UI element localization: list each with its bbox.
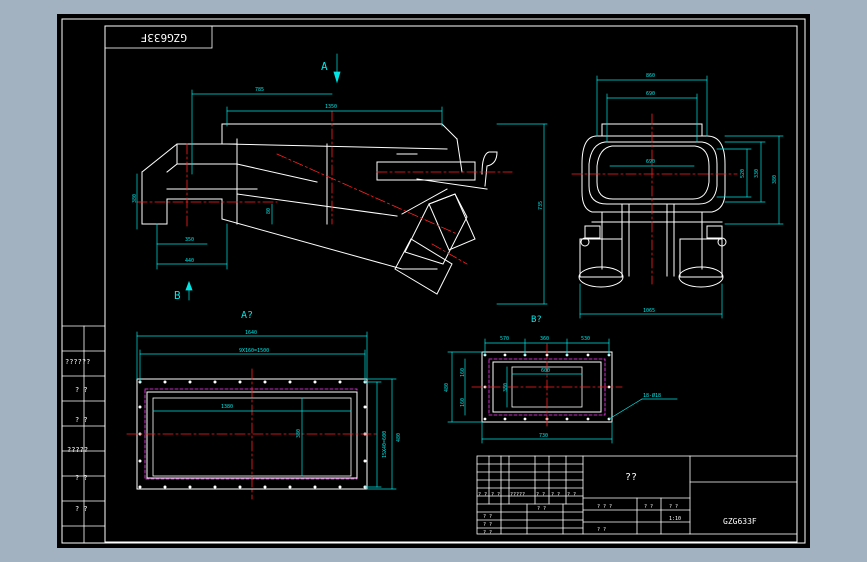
b-dim-600: 600 — [541, 368, 550, 374]
title-sign-2: ? ? — [537, 506, 546, 512]
margin-label-5: ? ? — [75, 474, 88, 482]
side-dim-380: 380 — [132, 194, 138, 203]
view-a-title: A? — [241, 310, 253, 321]
title-sign-1: ? ? — [483, 514, 492, 520]
view-b-label: B — [174, 289, 181, 302]
title-part-no: GZG633F — [723, 517, 757, 526]
a-dim-9x160: 9X160=1500 — [239, 348, 269, 354]
cad-drawing-canvas: GZG633F A B A? B? 785 1350 380 350 440 7… — [61, 18, 806, 544]
side-dim-80: 80 — [266, 208, 272, 214]
margin-label-1: ?????? — [65, 358, 90, 366]
view-a-label: A — [321, 60, 328, 73]
title-sign-3: ? ? — [483, 522, 492, 528]
a-view-centerlines — [126, 368, 378, 500]
b-dim-530: 530 — [581, 336, 590, 342]
margin-label-3: ? ? — [75, 416, 88, 424]
view-b-arrow — [185, 280, 193, 291]
outer-border — [61, 18, 806, 544]
title-stage-1: ? ? ? — [597, 504, 612, 510]
title-scale: 1:10 — [669, 516, 681, 522]
front-dim-1065: 1065 — [643, 308, 655, 314]
code-box-text: GZG633F — [141, 31, 187, 44]
a-dim-1380: 1380 — [221, 404, 233, 410]
side-dim-1350: 1350 — [325, 104, 337, 110]
title-sign-4: ? ? — [483, 530, 492, 536]
b-dim-360: 360 — [540, 336, 549, 342]
title-stage-2: ? ? — [644, 504, 653, 510]
title-left-1: ? ? — [478, 492, 487, 498]
front-dim-330: 330 — [754, 169, 760, 178]
front-dim-380: 380 — [772, 175, 778, 184]
side-dim-785: 785 — [255, 87, 264, 93]
title-left-3: ????? — [510, 492, 525, 498]
a-dim-480: 480 — [396, 433, 402, 442]
front-dim-690-mid: 690 — [646, 159, 655, 165]
a-dim-15x40: 15X40=600 — [382, 431, 388, 458]
margin-label-2: ? ? — [75, 386, 88, 394]
inner-border — [104, 25, 798, 543]
b-dim-480: 480 — [444, 383, 450, 392]
title-stage-3: ? ? — [669, 504, 678, 510]
drawing-sheet: GZG633F A B A? B? 785 1350 380 350 440 7… — [57, 14, 810, 548]
b-view-centerlines — [471, 343, 623, 430]
front-dim-690-top: 690 — [646, 91, 655, 97]
front-dim-860: 860 — [646, 73, 655, 79]
side-dim-440: 440 — [185, 258, 194, 264]
title-scale-label: ? ? — [597, 527, 606, 533]
view-a-arrow — [333, 71, 341, 84]
b-dim-570: 570 — [500, 336, 509, 342]
view-b-title: B? — [531, 315, 542, 325]
margin-label-4: ????? — [67, 446, 88, 454]
b-dim-380: 380 — [503, 383, 509, 392]
b-dim-160-bottom: 160 — [460, 398, 466, 407]
b-hole-note: 18-Ø18 — [643, 392, 661, 399]
b-dim-730: 730 — [539, 433, 548, 439]
side-dim-350: 350 — [185, 237, 194, 243]
title-block-name: ?? — [625, 472, 637, 483]
title-left-6: ? ? — [567, 492, 576, 498]
a-dim-380: 380 — [296, 429, 302, 438]
title-left-5: ? ? — [551, 492, 560, 498]
a-dim-1640: 1640 — [245, 330, 257, 336]
b-dim-160-top: 160 — [460, 368, 466, 377]
margin-label-6: ? ? — [75, 505, 88, 513]
side-view — [141, 123, 498, 295]
front-view — [578, 123, 727, 288]
side-dim-735: 735 — [538, 201, 544, 210]
title-left-2: ? ? — [491, 492, 500, 498]
a-view-bolt-holes — [138, 380, 367, 489]
title-left-4: ? ? — [536, 492, 545, 498]
front-dim-520: 520 — [740, 169, 746, 178]
